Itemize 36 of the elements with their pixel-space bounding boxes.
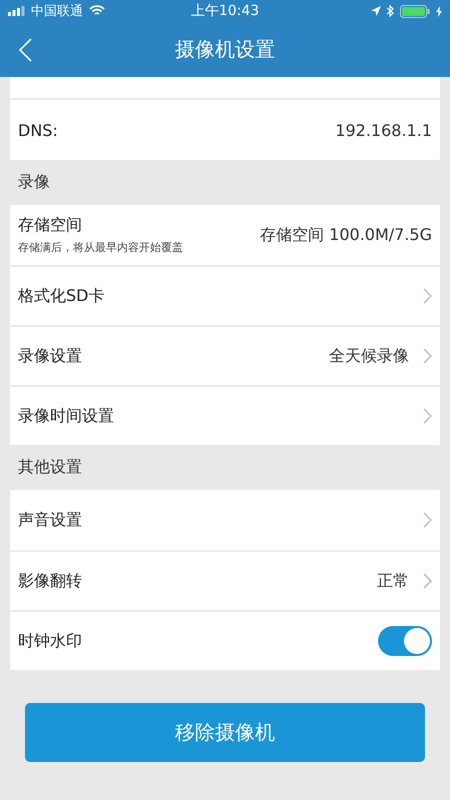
section-title: 其他设置	[17, 456, 83, 478]
charging-icon	[436, 6, 442, 16]
toggle-switch[interactable]	[378, 626, 432, 656]
row-value: 正常	[377, 570, 409, 592]
signal-icon	[8, 6, 26, 16]
clock-time: 上午10:43	[190, 2, 260, 20]
row-label: 时钟水印	[18, 630, 82, 652]
carrier-name: 中国联通	[31, 3, 83, 20]
row-label: 声音设置	[18, 510, 82, 530]
section-title: 录像	[17, 171, 51, 193]
battery-icon	[400, 4, 430, 18]
setting-row[interactable]: 录像时间设置	[10, 385, 440, 445]
row-value: 全天候录像	[329, 346, 409, 366]
row-label: 录像时间设置	[18, 406, 114, 426]
chevron-right-icon	[423, 348, 432, 364]
screen-title: 摄像机设置	[175, 36, 275, 63]
setting-row[interactable]: 影像翻转 正常	[10, 550, 440, 610]
row-label: DNS:	[18, 120, 58, 140]
location-icon	[371, 6, 381, 16]
chevron-right-icon	[423, 573, 432, 589]
bluetooth-icon	[387, 5, 394, 17]
row-value: 存储空间 100.0M/7.5G	[260, 224, 432, 246]
row-value: 192.168.1.1	[335, 120, 432, 140]
setting-row[interactable]: 声音设置	[10, 490, 440, 550]
row-label: 影像翻转	[18, 570, 82, 592]
back-icon	[18, 38, 32, 62]
row-hint: 存储满后，将从最早内容开始覆盖	[18, 240, 183, 255]
row-label: 格式化SD卡	[18, 286, 104, 306]
chevron-right-icon	[423, 288, 432, 304]
setting-row[interactable]: 录像设置 全天候录像	[10, 325, 440, 385]
row-label: 存储空间	[18, 215, 83, 236]
row-label: 录像设置	[18, 346, 82, 366]
chevron-right-icon	[423, 512, 432, 528]
chevron-right-icon	[423, 408, 432, 424]
setting-row[interactable]: 格式化SD卡	[10, 265, 440, 325]
wifi-icon	[89, 5, 105, 17]
